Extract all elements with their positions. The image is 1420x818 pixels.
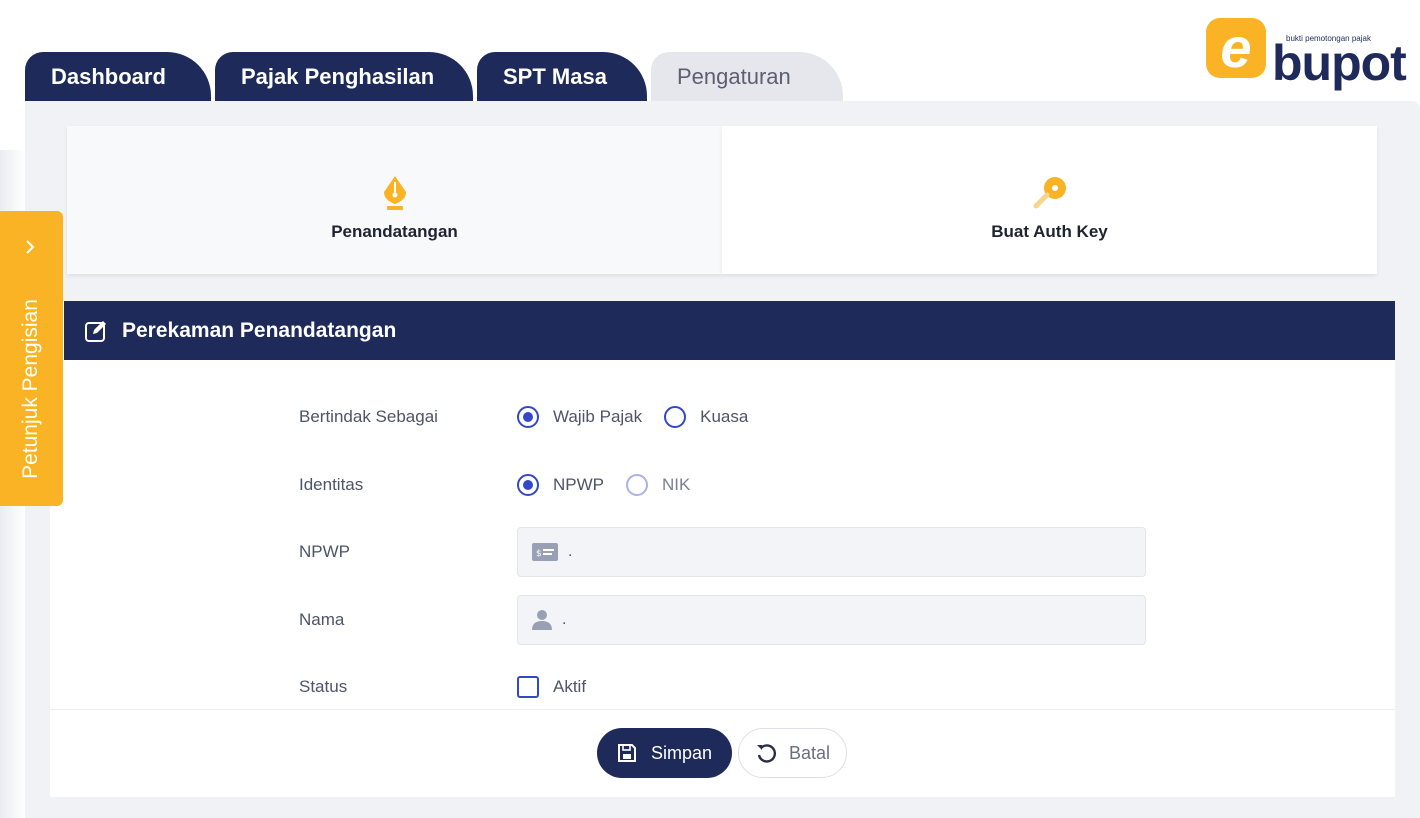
menu-card-auth-key[interactable]: Buat Auth Key [722, 126, 1377, 274]
ebupot-logo: e bukti pemotongan pajak bupot [1206, 16, 1407, 88]
field-label: Status [299, 677, 348, 696]
form-section: Perekaman Penandatangan Bertindak Sebaga… [50, 301, 1395, 797]
row-status: Status Aktif [299, 667, 608, 707]
checkbox-aktif[interactable]: Aktif [517, 676, 586, 698]
form-title: Perekaman Penandatangan [122, 318, 397, 342]
radio-label: NIK [662, 475, 691, 494]
form-header: Perekaman Penandatangan [64, 301, 1395, 360]
row-nama: Nama [299, 595, 1146, 645]
npwp-input[interactable] [568, 543, 1128, 561]
main-tabs: Dashboard Pajak Penghasilan SPT Masa Pen… [25, 52, 843, 102]
menu-card-penandatangan[interactable]: Penandatangan [67, 126, 722, 274]
logo-mark: e [1206, 18, 1266, 78]
nama-input[interactable] [562, 611, 1122, 629]
row-bertindak-sebagai: Bertindak Sebagai Wajib Pajak Kuasa [299, 397, 770, 437]
field-label: Nama [299, 610, 345, 629]
row-npwp: NPWP $ [299, 527, 1146, 577]
form-divider [50, 709, 1395, 710]
radio-label: Kuasa [700, 407, 749, 426]
radio-label: Wajib Pajak [553, 407, 643, 426]
cancel-label: Batal [788, 742, 831, 763]
field-label: Identitas [299, 475, 364, 494]
checkbox-box[interactable] [517, 676, 539, 698]
radio-wajib-pajak[interactable]: Wajib Pajak [517, 406, 642, 428]
logo-wordmark: bupot [1272, 35, 1407, 91]
id-card-icon: $ [532, 543, 558, 561]
radio-npwp[interactable]: NPWP [517, 474, 604, 496]
radio-label: NPWP [553, 475, 604, 494]
npwp-field[interactable]: $ [517, 527, 1146, 577]
tab-pengaturan[interactable]: Pengaturan [651, 52, 843, 102]
svg-text:$: $ [536, 549, 542, 559]
nama-field[interactable] [517, 595, 1146, 645]
save-icon [617, 744, 636, 762]
save-button[interactable]: Simpan [597, 728, 732, 778]
tab-spt-masa[interactable]: SPT Masa [477, 52, 647, 102]
edit-icon [85, 320, 106, 342]
menu-card-label: Buat Auth Key [991, 222, 1108, 241]
field-label: Bertindak Sebagai [299, 407, 438, 426]
field-label: NPWP [299, 542, 350, 561]
undo-icon [756, 744, 776, 763]
checkbox-label: Aktif [553, 677, 587, 696]
radio-kuasa[interactable]: Kuasa [664, 406, 748, 428]
radio-nik[interactable]: NIK [626, 474, 690, 496]
key-icon [1033, 177, 1066, 209]
radio-selected-icon [517, 406, 539, 428]
chevron-right-icon [26, 240, 35, 254]
cancel-button[interactable]: Batal [738, 728, 847, 778]
pen-nib-icon [383, 176, 406, 210]
radio-empty-icon [664, 406, 687, 428]
save-label: Simpan [650, 742, 713, 763]
radio-selected-icon [517, 474, 539, 496]
menu-card-label: Penandatangan [331, 222, 458, 241]
tab-dashboard[interactable]: Dashboard [25, 52, 211, 102]
tab-pajak-penghasilan[interactable]: Pajak Penghasilan [215, 52, 473, 102]
help-tab[interactable]: Petunjuk Pengisian [0, 211, 63, 506]
row-identitas: Identitas NPWP NIK [299, 465, 712, 505]
user-icon [532, 610, 552, 630]
help-label: Petunjuk Pengisian [19, 299, 42, 479]
radio-empty-icon [626, 474, 648, 496]
